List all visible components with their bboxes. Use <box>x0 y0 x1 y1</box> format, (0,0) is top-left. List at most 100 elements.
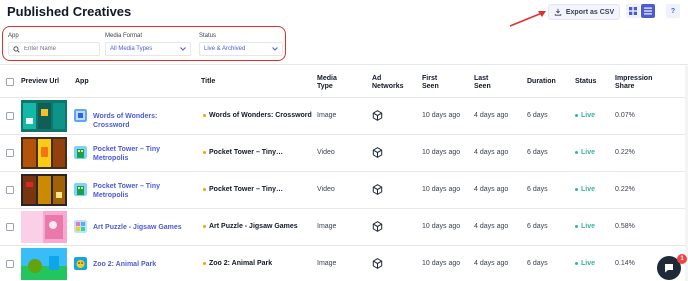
creative-title-text: Pocket Tower – Tiny… <box>209 186 284 193</box>
table-row[interactable]: Pocket Tower – Tiny Metropolis Pocket To… <box>0 135 688 172</box>
status-badge: Live <box>575 186 595 193</box>
creative-title-text: Zoo 2: Animal Park <box>209 260 273 267</box>
annotation-arrow <box>509 11 546 27</box>
column-header-impression-share[interactable]: Impression Share <box>615 75 661 91</box>
row-checkbox[interactable] <box>6 260 14 268</box>
duration: 6 days <box>527 223 548 230</box>
title-dot <box>203 225 206 228</box>
media-format-value: All Media Types <box>110 46 153 52</box>
media-type: Video <box>317 149 335 156</box>
app-icon <box>74 257 87 270</box>
row-checkbox[interactable] <box>6 223 14 231</box>
app-icon <box>74 109 87 122</box>
unity-ad-network-icon <box>372 110 383 121</box>
column-header-first-seen[interactable]: First Seen <box>422 75 450 91</box>
media-type: Image <box>317 260 337 267</box>
app-link[interactable]: Pocket Tower – Tiny Metropolis <box>93 182 193 200</box>
title-dot <box>203 151 206 154</box>
column-header-app[interactable]: App <box>75 78 89 86</box>
creative-title: Pocket Tower – Tiny… <box>203 186 283 193</box>
help-button[interactable]: ? <box>666 4 680 18</box>
creative-title-text: Art Puzzle - Jigsaw Games <box>209 223 298 230</box>
select-all-checkbox[interactable] <box>6 78 14 86</box>
table-header: Preview Url App Title Media Type Ad Netw… <box>0 66 688 98</box>
title-dot <box>203 262 206 265</box>
column-header-ad-networks[interactable]: Ad Networks <box>372 75 406 91</box>
list-view-button[interactable] <box>641 4 655 18</box>
chevron-down-icon <box>272 47 278 51</box>
column-header-duration[interactable]: Duration <box>527 78 556 86</box>
status-text: Live <box>581 260 596 267</box>
creative-preview-thumbnail[interactable] <box>21 137 67 169</box>
grid-view-button[interactable] <box>626 4 640 18</box>
table-row[interactable]: Words of Wonders: Crossword Words of Won… <box>0 98 688 135</box>
app-link[interactable]: Zoo 2: Animal Park <box>93 260 193 269</box>
chevron-down-icon <box>180 47 186 51</box>
status-filter-value: Live & Archived <box>204 46 246 52</box>
app-link[interactable]: Pocket Tower – Tiny Metropolis <box>93 145 193 163</box>
list-icon <box>644 7 652 15</box>
creative-preview-thumbnail[interactable] <box>21 248 67 280</box>
unity-ad-network-icon <box>372 221 383 232</box>
download-icon <box>554 8 562 16</box>
creative-preview-thumbnail[interactable] <box>21 100 67 132</box>
table-row[interactable]: Pocket Tower – Tiny Metropolis Pocket To… <box>0 172 688 209</box>
table-row[interactable]: Art Puzzle - Jigsaw Games Art Puzzle - J… <box>0 209 688 246</box>
column-header-title[interactable]: Title <box>201 78 215 86</box>
chat-icon <box>665 264 673 273</box>
status-text: Live <box>581 186 596 193</box>
app-icon <box>74 146 87 159</box>
duration: 6 days <box>527 149 548 156</box>
unity-ad-network-icon <box>372 147 383 158</box>
creative-preview-thumbnail[interactable] <box>21 211 67 243</box>
first-seen: 10 days ago <box>422 149 461 156</box>
last-seen: 4 days ago <box>474 223 509 230</box>
app-link[interactable]: Art Puzzle - Jigsaw Games <box>93 223 193 232</box>
title-dot <box>203 188 206 191</box>
status-text: Live <box>581 112 596 119</box>
unity-ad-network-icon <box>372 258 383 269</box>
status-select[interactable]: Live & Archived <box>199 42 283 56</box>
status-badge: Live <box>575 112 595 119</box>
row-checkbox[interactable] <box>6 186 14 194</box>
last-seen: 4 days ago <box>474 260 509 267</box>
creative-title: Words of Wonders: Crossword <box>203 112 312 119</box>
media-format-label: Media Format <box>105 33 143 39</box>
app-search-input[interactable] <box>24 46 94 52</box>
media-type: Image <box>317 112 337 119</box>
export-label: Export as CSV <box>565 8 615 16</box>
media-format-select[interactable]: All Media Types <box>105 42 191 56</box>
column-header-status[interactable]: Status <box>575 78 596 86</box>
unity-ad-network-icon <box>372 184 383 195</box>
creative-title: Art Puzzle - Jigsaw Games <box>203 223 298 230</box>
live-dot <box>575 262 578 265</box>
impression-share: 0.22% <box>615 149 635 156</box>
app-icon <box>74 220 87 233</box>
column-header-preview: Preview Url <box>21 78 60 85</box>
title-dot <box>203 114 206 117</box>
impression-share: 0.58% <box>615 223 635 230</box>
first-seen: 10 days ago <box>422 260 461 267</box>
duration: 6 days <box>527 112 548 119</box>
first-seen: 10 days ago <box>422 112 461 119</box>
table-row[interactable]: Zoo 2: Animal Park Zoo 2: Animal Park Im… <box>0 246 688 281</box>
column-header-last-seen[interactable]: Last Seen <box>474 75 502 91</box>
live-dot <box>575 225 578 228</box>
creative-title: Zoo 2: Animal Park <box>203 260 272 267</box>
impression-share: 0.22% <box>615 186 635 193</box>
media-type: Image <box>317 223 337 230</box>
column-header-media-type[interactable]: Media Type <box>317 75 351 91</box>
status-badge: Live <box>575 260 595 267</box>
creative-title-text: Words of Wonders: Crossword <box>209 112 312 119</box>
live-dot <box>575 188 578 191</box>
row-checkbox[interactable] <box>6 149 14 157</box>
live-dot <box>575 151 578 154</box>
export-csv-button[interactable]: Export as CSV <box>548 4 620 20</box>
creative-preview-thumbnail[interactable] <box>21 174 67 206</box>
app-icon <box>74 183 87 196</box>
row-checkbox[interactable] <box>6 112 14 120</box>
live-dot <box>575 114 578 117</box>
app-link[interactable]: Words of Wonders: Crossword <box>93 112 193 130</box>
search-icon <box>13 45 20 53</box>
creatives-table: Preview Url App Title Media Type Ad Netw… <box>0 66 688 281</box>
